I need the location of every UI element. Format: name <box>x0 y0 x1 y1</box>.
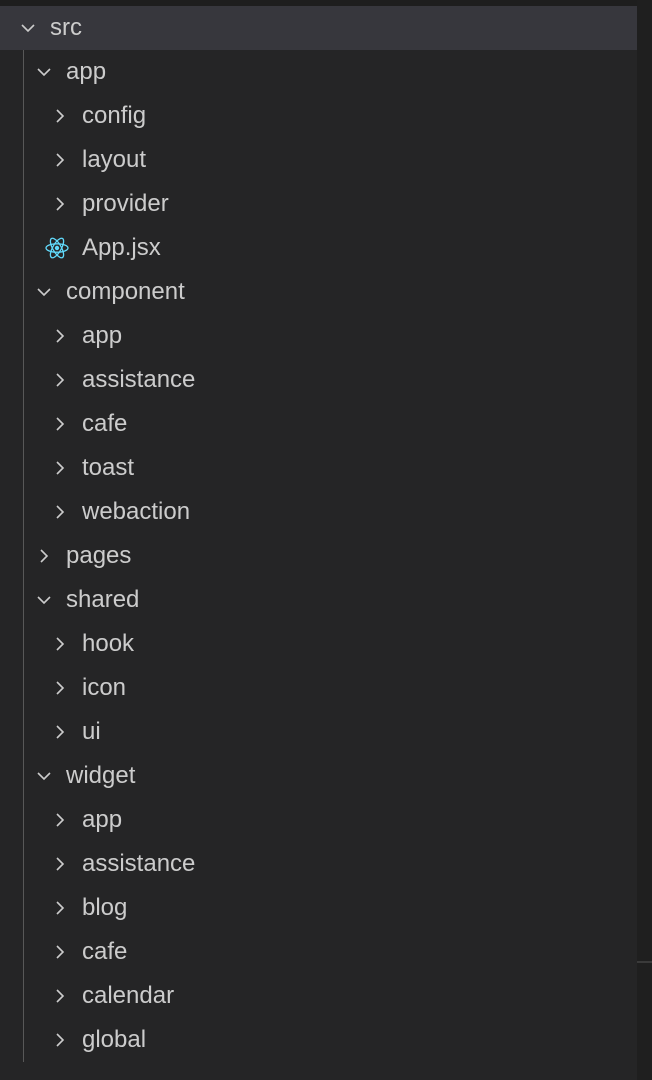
tree-item-widget[interactable]: widget <box>0 754 637 798</box>
tree-item-widget-blog[interactable]: blog <box>0 886 637 930</box>
tree-item-component-cafe[interactable]: cafe <box>0 402 637 446</box>
src-children: app config layout provider App.jsx compo… <box>0 50 637 1062</box>
tree-item-component-app[interactable]: app <box>0 314 637 358</box>
tree-item-label: provider <box>82 190 169 217</box>
tree-item-config[interactable]: config <box>0 94 637 138</box>
shared-children: hook icon ui <box>0 622 637 754</box>
tree-item-label: cafe <box>82 938 128 965</box>
chevron-down-icon[interactable] <box>36 280 52 304</box>
chevron-right-icon[interactable] <box>52 192 68 216</box>
tree-item-shared-ui[interactable]: ui <box>0 710 637 754</box>
tree-item-label: config <box>82 102 147 129</box>
tree-item-app[interactable]: app <box>0 50 637 94</box>
tree-item-pages[interactable]: pages <box>0 534 637 578</box>
tree-item-src[interactable]: src <box>0 6 637 50</box>
chevron-right-icon[interactable] <box>52 500 68 524</box>
tree-item-widget-app[interactable]: app <box>0 798 637 842</box>
tree-item-label: assistance <box>82 366 196 393</box>
chevron-down-icon[interactable] <box>36 588 52 612</box>
tree-item-label: toast <box>82 454 135 481</box>
chevron-down-icon[interactable] <box>36 764 52 788</box>
tree-item-layout[interactable]: layout <box>0 138 637 182</box>
tree-item-component-webaction[interactable]: webaction <box>0 490 637 534</box>
tree-item-widget-assistance[interactable]: assistance <box>0 842 637 886</box>
chevron-right-icon[interactable] <box>52 896 68 920</box>
tree-item-component-assistance[interactable]: assistance <box>0 358 637 402</box>
chevron-right-icon[interactable] <box>52 676 68 700</box>
tree-item-app-jsx[interactable]: App.jsx <box>0 226 637 270</box>
chevron-right-icon[interactable] <box>52 456 68 480</box>
tree-item-label: layout <box>82 146 147 173</box>
chevron-right-icon[interactable] <box>52 720 68 744</box>
chevron-right-icon[interactable] <box>52 808 68 832</box>
tree-item-widget-global[interactable]: global <box>0 1018 637 1062</box>
widget-children: app assistance blog cafe calendar global <box>0 798 637 1062</box>
chevron-right-icon[interactable] <box>52 1028 68 1052</box>
tree-item-label: blog <box>82 894 128 921</box>
tree-item-label: cafe <box>82 410 128 437</box>
tree-item-label: src <box>50 14 82 41</box>
chevron-down-icon[interactable] <box>20 16 36 40</box>
chevron-right-icon[interactable] <box>52 940 68 964</box>
file-explorer: src app config layout provider App.jsx c… <box>0 0 637 1080</box>
chevron-right-icon[interactable] <box>52 324 68 348</box>
tree-item-label: pages <box>66 542 132 569</box>
chevron-right-icon[interactable] <box>52 148 68 172</box>
chevron-right-icon[interactable] <box>52 984 68 1008</box>
chevron-right-icon[interactable] <box>36 544 52 568</box>
tree-item-label: global <box>82 1026 147 1053</box>
tree-item-shared-hook[interactable]: hook <box>0 622 637 666</box>
chevron-right-icon[interactable] <box>52 852 68 876</box>
tree-item-widget-cafe[interactable]: cafe <box>0 930 637 974</box>
tree-item-label: component <box>66 278 185 305</box>
scrollbar-track[interactable] <box>637 0 652 1080</box>
tree-item-label: App.jsx <box>82 234 161 261</box>
tree-item-label: hook <box>82 630 135 657</box>
tree-item-label: icon <box>82 674 127 701</box>
chevron-right-icon[interactable] <box>52 104 68 128</box>
tree-item-shared[interactable]: shared <box>0 578 637 622</box>
tree-item-label: widget <box>66 762 136 789</box>
tree-item-label: ui <box>82 718 101 745</box>
tree-item-label: app <box>82 806 123 833</box>
tree-item-label: shared <box>66 586 140 613</box>
tree-item-label: app <box>82 322 123 349</box>
tree-item-component[interactable]: component <box>0 270 637 314</box>
tree-item-provider[interactable]: provider <box>0 182 637 226</box>
scrollbar-marker <box>637 961 652 963</box>
tree-item-label: assistance <box>82 850 196 877</box>
chevron-down-icon[interactable] <box>36 60 52 84</box>
tree-item-label: webaction <box>82 498 191 525</box>
tree-item-component-toast[interactable]: toast <box>0 446 637 490</box>
chevron-right-icon[interactable] <box>52 368 68 392</box>
component-children: app assistance cafe toast webaction <box>0 314 637 534</box>
chevron-right-icon[interactable] <box>52 412 68 436</box>
react-icon <box>44 235 70 261</box>
app-children: config layout provider App.jsx <box>0 94 637 270</box>
tree-item-label: app <box>66 58 107 85</box>
tree-item-shared-icon[interactable]: icon <box>0 666 637 710</box>
tree-item-widget-calendar[interactable]: calendar <box>0 974 637 1018</box>
chevron-right-icon[interactable] <box>52 632 68 656</box>
tree-item-label: calendar <box>82 982 175 1009</box>
